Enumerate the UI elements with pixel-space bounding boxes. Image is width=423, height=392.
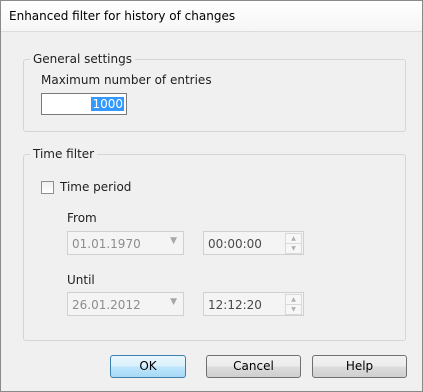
- max-entries-input[interactable]: 1000: [41, 93, 127, 115]
- dialog-window: Enhanced filter for history of changes G…: [0, 0, 423, 392]
- general-settings-legend: General settings: [30, 52, 135, 66]
- until-date-combobox[interactable]: 26.01.2012 ▼: [67, 292, 184, 316]
- cancel-button[interactable]: Cancel: [206, 355, 301, 378]
- until-date-value: 26.01.2012: [72, 298, 141, 312]
- until-time-spinner[interactable]: 12:12:20 ▲ ▼: [203, 292, 304, 316]
- chevron-down-icon[interactable]: ▼: [170, 236, 177, 246]
- ok-button[interactable]: OK: [110, 355, 186, 378]
- from-time-value: 00:00:00: [208, 237, 262, 251]
- help-button[interactable]: Help: [312, 355, 407, 378]
- until-label: Until: [67, 273, 95, 287]
- time-period-checkbox[interactable]: [41, 181, 54, 194]
- spin-down-icon[interactable]: ▼: [285, 243, 302, 254]
- from-label: From: [67, 211, 97, 225]
- spin-down-icon[interactable]: ▼: [285, 304, 302, 315]
- chevron-down-icon[interactable]: ▼: [170, 297, 177, 307]
- title-bar[interactable]: Enhanced filter for history of changes: [1, 1, 422, 32]
- time-period-label[interactable]: Time period: [60, 180, 131, 194]
- until-time-value: 12:12:20: [208, 298, 262, 312]
- until-time-spin-buttons: ▲ ▼: [285, 294, 302, 315]
- from-time-spin-buttons: ▲ ▼: [285, 233, 302, 254]
- from-time-spinner[interactable]: 00:00:00 ▲ ▼: [203, 231, 304, 255]
- time-filter-legend: Time filter: [30, 147, 98, 161]
- max-entries-label: Maximum number of entries: [41, 73, 212, 87]
- max-entries-value: 1000: [91, 97, 124, 111]
- window-title: Enhanced filter for history of changes: [9, 9, 236, 23]
- from-date-combobox[interactable]: 01.01.1970 ▼: [67, 231, 184, 255]
- from-date-value: 01.01.1970: [72, 237, 141, 251]
